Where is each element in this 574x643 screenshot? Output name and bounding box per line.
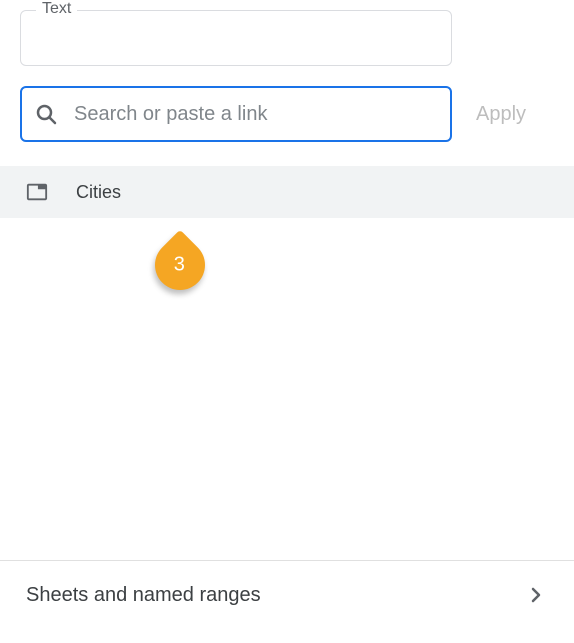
chevron-right-icon (524, 583, 548, 607)
search-input[interactable] (20, 86, 452, 142)
search-row: Apply (20, 86, 554, 142)
suggestion-item-cities[interactable]: Cities (0, 166, 574, 218)
sheets-and-named-ranges-button[interactable]: Sheets and named ranges (0, 561, 574, 629)
bottom-row-label: Sheets and named ranges (26, 584, 261, 607)
bottom-section: Sheets and named ranges (0, 560, 574, 629)
text-field-container: Text (20, 10, 452, 66)
text-input[interactable] (20, 10, 452, 66)
suggestion-label: Cities (76, 182, 121, 203)
tab-icon (26, 181, 48, 203)
search-field-container (20, 86, 452, 142)
text-field-label: Text (36, 0, 77, 18)
suggestions-list: Cities (0, 166, 574, 218)
step-annotation: 3 (145, 230, 216, 301)
apply-button[interactable]: Apply (476, 97, 526, 132)
search-icon (34, 102, 58, 126)
step-number: 3 (174, 254, 185, 277)
